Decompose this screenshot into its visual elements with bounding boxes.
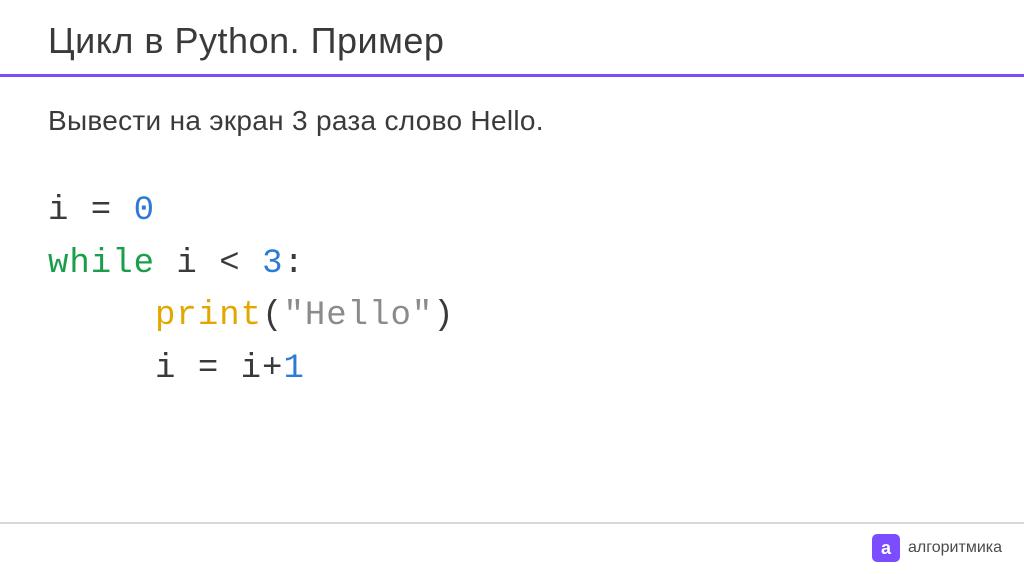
code-number: 3: [262, 245, 283, 283]
code-number: 1: [283, 350, 304, 388]
task-description: Вывести на экран 3 раза слово Hello.: [0, 105, 1024, 137]
code-text: i =: [48, 192, 134, 230]
brand-name: алгоритмика: [908, 539, 1002, 557]
code-function: print: [155, 297, 262, 335]
code-number: 0: [134, 192, 155, 230]
code-indent: [48, 350, 155, 388]
code-block: i = 0 while i < 3: print("Hello") i = i+…: [0, 185, 1024, 396]
code-line-2: while i < 3:: [48, 238, 976, 291]
code-line-4: i = i+1: [48, 343, 976, 396]
title-underline: [0, 74, 1024, 77]
code-text: (: [262, 297, 283, 335]
code-line-3: print("Hello"): [48, 290, 976, 343]
footer-logo: а алгоритмика: [872, 534, 1002, 562]
code-text: i = i+: [155, 350, 283, 388]
code-keyword: while: [48, 245, 155, 283]
slide-title: Цикл в Python. Пример: [0, 0, 1024, 74]
code-text: ): [433, 297, 454, 335]
code-indent: [48, 297, 155, 335]
code-line-1: i = 0: [48, 185, 976, 238]
logo-icon: а: [872, 534, 900, 562]
code-text: :: [283, 245, 304, 283]
code-string: "Hello": [283, 297, 433, 335]
footer-divider: [0, 522, 1024, 524]
code-text: i <: [155, 245, 262, 283]
